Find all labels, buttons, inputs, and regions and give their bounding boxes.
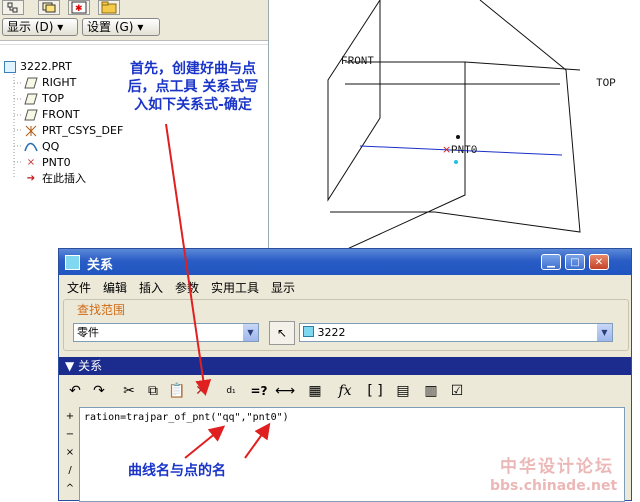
arrow-to-point-name <box>244 422 271 459</box>
annotation-arrows <box>165 123 271 459</box>
arrow-to-toolbar <box>165 123 212 396</box>
watermark-title: 中华设计论坛 <box>500 457 614 477</box>
instruction-line-1: 首先，创建好曲与点 <box>130 61 256 77</box>
watermark-url: bbs.chinade.net <box>490 478 618 494</box>
arrow-to-curve-name <box>184 425 226 459</box>
instruction-annotation: 首先，创建好曲与点 后，点工具 关系式写 入如下关系式-确定 <box>108 60 278 114</box>
name-annotation: 曲线名与点的名 <box>128 463 226 479</box>
instruction-line-3: 入如下关系式-确定 <box>134 97 252 113</box>
instruction-line-2: 后，点工具 关系式写 <box>127 79 259 95</box>
